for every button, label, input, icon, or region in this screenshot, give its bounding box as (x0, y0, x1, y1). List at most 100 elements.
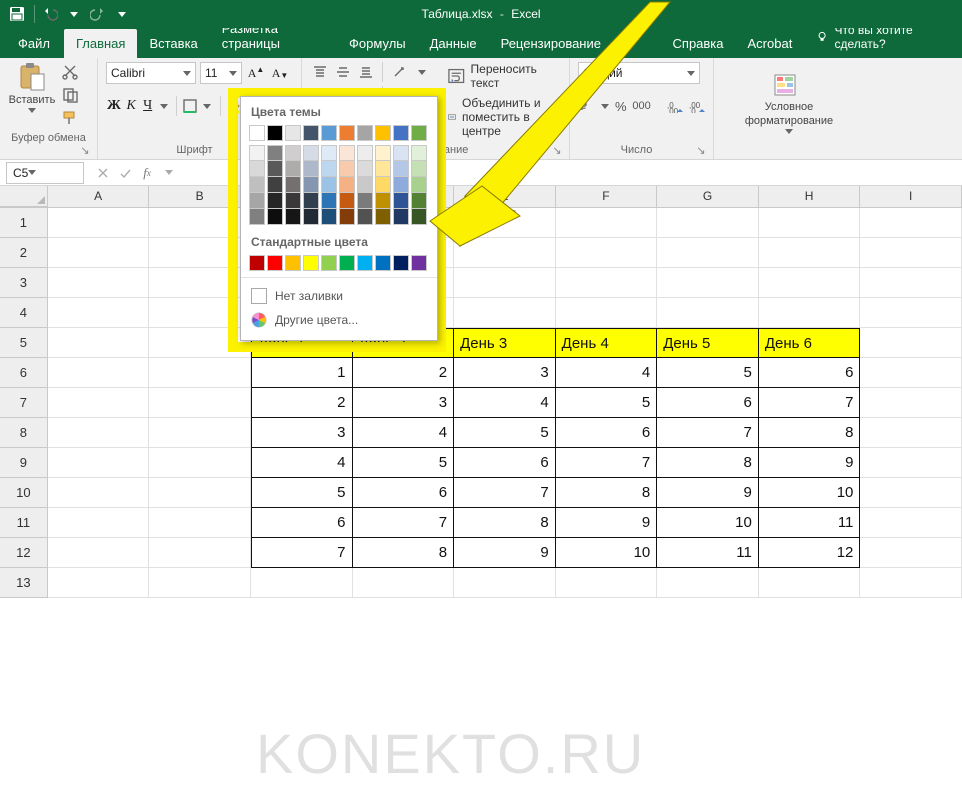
cell[interactable]: 6 (759, 358, 861, 388)
valign-top-icon[interactable] (310, 62, 330, 82)
formula-bar-dropdown[interactable] (158, 162, 180, 184)
redo-icon[interactable] (87, 3, 109, 25)
cell[interactable]: 4 (454, 388, 556, 418)
cell[interactable] (149, 538, 251, 568)
cell[interactable] (48, 298, 150, 328)
cell[interactable] (149, 358, 251, 388)
cell[interactable] (149, 298, 251, 328)
cell[interactable] (860, 448, 962, 478)
color-swatch[interactable] (303, 177, 319, 193)
cell[interactable] (48, 208, 150, 238)
color-swatch[interactable] (339, 177, 355, 193)
color-swatch[interactable] (267, 255, 283, 271)
cell[interactable] (454, 208, 556, 238)
cell[interactable]: 5 (353, 448, 455, 478)
row-header[interactable]: 13 (0, 568, 48, 598)
cell[interactable]: 5 (251, 478, 353, 508)
cell[interactable] (759, 208, 861, 238)
increase-decimal-icon[interactable]: ,0,00 (666, 96, 684, 116)
cell[interactable] (149, 328, 251, 358)
cell[interactable] (556, 238, 658, 268)
font-size-combo[interactable]: 11 (200, 62, 242, 84)
cell[interactable] (149, 508, 251, 538)
border-dropdown[interactable] (200, 96, 215, 116)
cell[interactable]: 2 (251, 388, 353, 418)
color-swatch[interactable] (393, 125, 409, 141)
color-swatch[interactable] (411, 193, 427, 209)
cell[interactable] (149, 418, 251, 448)
cell[interactable]: 8 (759, 418, 861, 448)
color-swatch[interactable] (249, 145, 265, 161)
cell[interactable]: День 3 (454, 328, 556, 358)
cell[interactable]: 8 (454, 508, 556, 538)
cell[interactable] (149, 388, 251, 418)
orientation-dropdown[interactable] (412, 62, 432, 82)
color-swatch[interactable] (285, 161, 301, 177)
cell[interactable]: 8 (353, 538, 455, 568)
worksheet-grid[interactable]: ABCDEFGHI 12345День 1День 2День 3День 4Д… (0, 186, 962, 598)
cell[interactable] (48, 358, 150, 388)
wrap-text-button[interactable]: Переносить текст (448, 62, 561, 90)
cell[interactable] (149, 568, 251, 598)
cell[interactable] (48, 238, 150, 268)
color-swatch[interactable] (321, 193, 337, 209)
color-swatch[interactable] (393, 161, 409, 177)
cell[interactable]: 9 (759, 448, 861, 478)
color-swatch[interactable] (339, 145, 355, 161)
cell[interactable] (149, 478, 251, 508)
cell[interactable] (860, 238, 962, 268)
underline-button[interactable]: Ч (140, 96, 155, 116)
color-swatch[interactable] (303, 145, 319, 161)
color-swatch[interactable] (249, 209, 265, 225)
cell[interactable] (556, 568, 658, 598)
color-swatch[interactable] (285, 177, 301, 193)
color-swatch[interactable] (267, 209, 283, 225)
color-swatch[interactable] (303, 255, 319, 271)
column-header[interactable]: E (454, 186, 556, 207)
no-fill-item[interactable]: Нет заливки (249, 284, 429, 308)
save-icon[interactable] (6, 3, 28, 25)
color-swatch[interactable] (357, 255, 373, 271)
color-swatch[interactable] (393, 255, 409, 271)
color-swatch[interactable] (267, 145, 283, 161)
color-swatch[interactable] (393, 193, 409, 209)
cell[interactable]: 9 (556, 508, 658, 538)
color-swatch[interactable] (321, 209, 337, 225)
color-swatch[interactable] (267, 125, 283, 141)
format-painter-icon[interactable] (62, 110, 80, 129)
qat-customize-icon[interactable] (111, 3, 133, 25)
cell[interactable] (454, 298, 556, 328)
cell[interactable] (48, 328, 150, 358)
tab-review[interactable]: Рецензирование (489, 29, 613, 58)
cell[interactable]: 10 (657, 508, 759, 538)
cell[interactable]: 7 (454, 478, 556, 508)
cell[interactable]: 8 (556, 478, 658, 508)
color-swatch[interactable] (285, 255, 301, 271)
color-swatch[interactable] (411, 145, 427, 161)
decrease-decimal-icon[interactable]: ,00,0 (688, 96, 706, 116)
valign-bottom-icon[interactable] (356, 62, 376, 82)
cell[interactable]: 8 (657, 448, 759, 478)
undo-dropdown-icon[interactable] (63, 3, 85, 25)
underline-dropdown[interactable] (157, 96, 172, 116)
row-header[interactable]: 2 (0, 238, 48, 268)
color-swatch[interactable] (249, 161, 265, 177)
color-swatch[interactable] (375, 125, 391, 141)
color-swatch[interactable] (357, 125, 373, 141)
cell[interactable] (860, 328, 962, 358)
row-header[interactable]: 4 (0, 298, 48, 328)
clipboard-dialog-launcher-icon[interactable]: ↘ (79, 144, 91, 156)
insert-function-icon[interactable]: fx (136, 162, 158, 184)
bold-button[interactable]: Ж (106, 96, 122, 116)
color-swatch[interactable] (249, 177, 265, 193)
cell[interactable]: 7 (251, 538, 353, 568)
cell[interactable]: 6 (657, 388, 759, 418)
color-swatch[interactable] (249, 125, 265, 141)
cell[interactable] (759, 298, 861, 328)
color-swatch[interactable] (249, 193, 265, 209)
color-swatch[interactable] (285, 209, 301, 225)
color-swatch[interactable] (375, 255, 391, 271)
cell[interactable]: 3 (454, 358, 556, 388)
color-swatch[interactable] (411, 255, 427, 271)
cell[interactable]: 9 (454, 538, 556, 568)
